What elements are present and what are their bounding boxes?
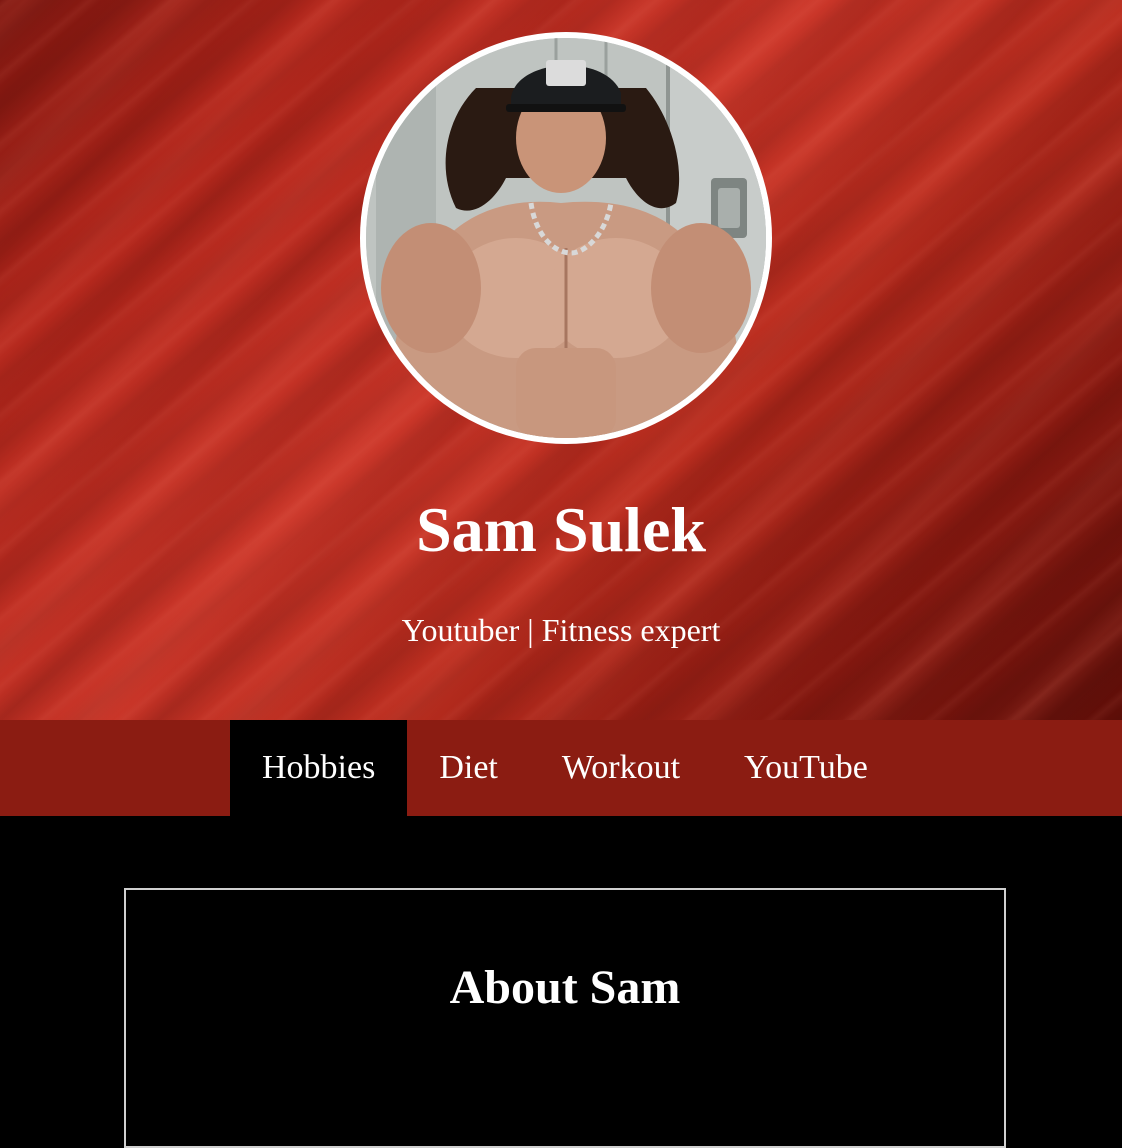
avatar: [366, 38, 766, 438]
profile-tagline: Youtuber | Fitness expert: [401, 612, 721, 648]
hero-banner: Sam Sulek Youtuber | Fitness expert: [0, 0, 1122, 720]
profile-name: Sam Sulek: [416, 494, 706, 565]
about-section: About Sam: [124, 888, 1006, 1148]
nav-tabs: Hobbies Diet Workout YouTube: [230, 720, 900, 816]
tab-hobbies[interactable]: Hobbies: [230, 720, 408, 816]
profile-photo-icon: [366, 38, 766, 438]
tab-diet[interactable]: Diet: [407, 720, 530, 816]
main-nav: Hobbies Diet Workout YouTube: [0, 720, 1122, 816]
about-title: About Sam: [449, 961, 681, 1014]
tab-workout[interactable]: Workout: [530, 720, 712, 816]
tab-youtube[interactable]: YouTube: [712, 720, 900, 816]
